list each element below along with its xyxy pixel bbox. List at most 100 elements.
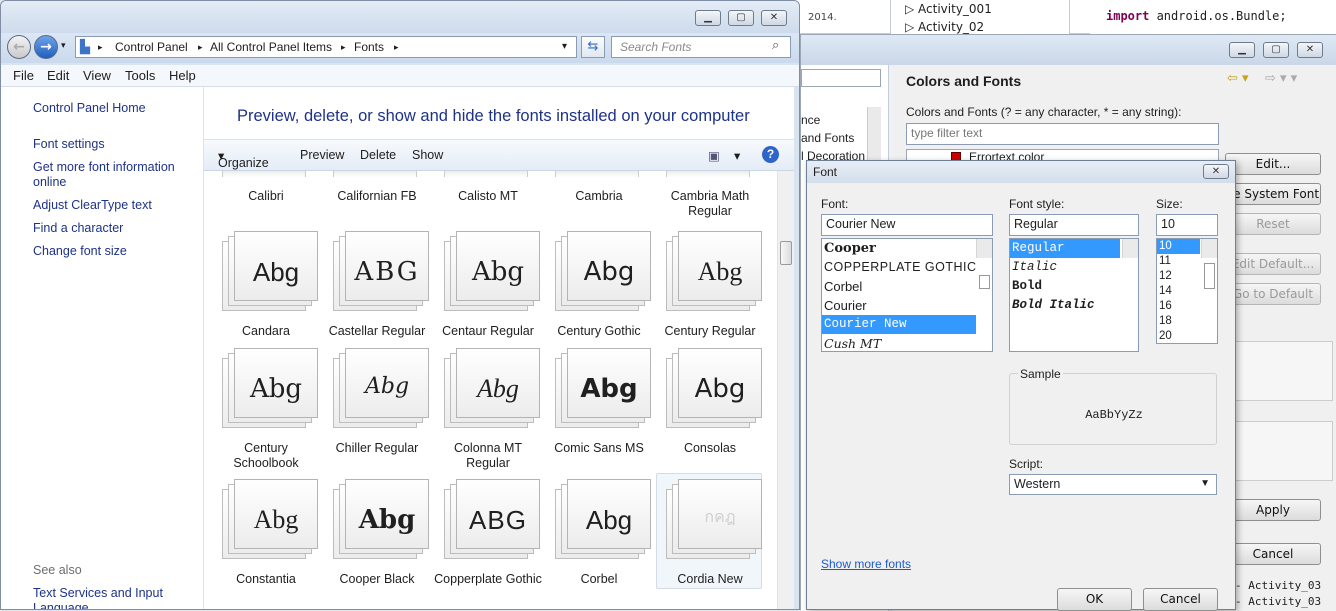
- apply-button[interactable]: Apply: [1225, 499, 1321, 521]
- font-style-list[interactable]: Regular Italic Bold Bold Italic: [1009, 238, 1139, 352]
- font-tile[interactable]: Abg: [222, 231, 318, 311]
- font-tile[interactable]: [666, 171, 750, 177]
- filter-input[interactable]: type filter text: [906, 123, 1219, 145]
- show-button[interactable]: Show: [412, 148, 443, 162]
- minimize-button[interactable]: ▁: [1229, 42, 1255, 58]
- search-icon[interactable]: ⌕: [772, 38, 779, 53]
- close-button[interactable]: ✕: [1203, 164, 1229, 179]
- go-to-default-button[interactable]: Go to Default: [1225, 283, 1321, 305]
- search-input[interactable]: Search Fonts ⌕: [611, 36, 791, 58]
- ok-button[interactable]: OK: [1057, 588, 1132, 611]
- style-option[interactable]: Italic: [1010, 258, 1138, 277]
- size-option[interactable]: 20: [1157, 329, 1217, 343]
- style-option[interactable]: Bold Italic: [1010, 296, 1138, 315]
- font-tile[interactable]: ABG: [333, 231, 429, 311]
- text-services-link[interactable]: Text Services and Input Language: [33, 586, 183, 609]
- scrollbar-thumb[interactable]: [780, 241, 792, 265]
- control-panel-home-link[interactable]: Control Panel Home: [33, 101, 146, 115]
- style-option[interactable]: Bold: [1010, 277, 1138, 296]
- font-option-selected[interactable]: Courier New: [822, 315, 976, 334]
- reset-button[interactable]: Reset: [1225, 213, 1321, 235]
- font-tile[interactable]: [555, 171, 639, 177]
- help-icon[interactable]: ?: [762, 146, 779, 163]
- font-tile[interactable]: Abg: [555, 231, 651, 311]
- size-option[interactable]: 16: [1157, 299, 1217, 314]
- close-button[interactable]: ✕: [1297, 42, 1323, 58]
- font-tile[interactable]: ABG: [444, 479, 540, 559]
- font-tile[interactable]: Abg: [555, 479, 651, 559]
- font-tile[interactable]: [333, 171, 417, 177]
- close-button[interactable]: ✕: [761, 10, 787, 26]
- change-font-size-link[interactable]: Change font size: [33, 244, 127, 258]
- font-tile[interactable]: Abg: [666, 348, 762, 428]
- font-tile[interactable]: กคฎ: [666, 479, 762, 559]
- size-list[interactable]: 10 11 12 14 16 18 20: [1156, 238, 1218, 344]
- edit-default-button[interactable]: Edit Default...: [1225, 253, 1321, 275]
- size-input[interactable]: 10: [1156, 214, 1218, 236]
- font-tile[interactable]: Abg: [333, 348, 429, 428]
- style-option-selected[interactable]: Regular: [1010, 239, 1120, 258]
- font-tile[interactable]: [222, 171, 306, 177]
- view-dropdown-icon[interactable]: ▾: [734, 148, 740, 163]
- font-tile[interactable]: Abg: [222, 348, 318, 428]
- font-list-scrollbar[interactable]: [976, 239, 992, 289]
- forward-button[interactable]: →: [34, 35, 58, 59]
- use-system-font-button[interactable]: se System Font: [1225, 183, 1321, 205]
- refresh-icon[interactable]: ⇆: [581, 36, 605, 58]
- more-font-info-link[interactable]: Get more font information online: [33, 160, 183, 190]
- minimize-button[interactable]: ▁: [695, 10, 721, 26]
- maximize-button[interactable]: ▢: [1263, 42, 1289, 58]
- tree-item[interactable]: and Fonts: [801, 131, 854, 145]
- preview-button[interactable]: Preview: [300, 148, 344, 162]
- font-option[interactable]: Cooper: [822, 239, 992, 258]
- cleartype-link[interactable]: Adjust ClearType text: [33, 198, 152, 212]
- show-more-fonts-link[interactable]: Show more fonts: [821, 557, 911, 571]
- font-option[interactable]: Corbel: [822, 277, 992, 296]
- address-bar[interactable]: ▙ ▸ Control Panel ▸ All Control Panel It…: [75, 36, 577, 58]
- edit-button[interactable]: Edit...: [1225, 153, 1321, 175]
- font-tile[interactable]: Abg: [444, 348, 540, 428]
- font-tile[interactable]: [444, 171, 528, 177]
- view-options-icon[interactable]: ▣: [708, 148, 720, 163]
- font-list[interactable]: Cooper COPPERPLATE GOTHIC Corbel Courier…: [821, 238, 993, 352]
- menu-view[interactable]: View: [83, 68, 111, 83]
- back-arrow-icon[interactable]: ⇦ ▾: [1227, 71, 1249, 86]
- breadcrumb-item[interactable]: All Control Panel Items: [210, 40, 332, 54]
- font-settings-link[interactable]: Font settings: [33, 137, 105, 151]
- breadcrumb-item[interactable]: Control Panel: [115, 40, 188, 54]
- cancel-button[interactable]: Cancel: [1143, 588, 1218, 611]
- address-dropdown-icon[interactable]: ▾: [562, 41, 567, 52]
- style-list-scrollbar[interactable]: [1122, 239, 1138, 258]
- breadcrumb-item[interactable]: Fonts: [354, 40, 384, 54]
- menu-edit[interactable]: Edit: [47, 68, 69, 83]
- back-button[interactable]: ←: [7, 35, 31, 59]
- script-select[interactable]: Western ▼: [1009, 474, 1217, 495]
- recent-pages-dropdown-icon[interactable]: ▾: [61, 41, 66, 51]
- font-tile[interactable]: Abg: [222, 479, 318, 559]
- size-option-selected[interactable]: 10: [1157, 239, 1200, 254]
- font-tile[interactable]: Abg: [444, 231, 540, 311]
- vertical-scrollbar[interactable]: [777, 171, 794, 609]
- menu-file[interactable]: File: [13, 68, 34, 83]
- font-option[interactable]: COPPERPLATE GOTHIC: [822, 258, 992, 277]
- menu-tools[interactable]: Tools: [125, 68, 155, 83]
- font-name-input[interactable]: Courier New: [821, 214, 993, 236]
- organize-menu[interactable]: Organize ▾: [218, 148, 269, 170]
- find-character-link[interactable]: Find a character: [33, 221, 123, 235]
- forward-arrow-icon[interactable]: ⇨ ▾ ▾: [1265, 71, 1297, 86]
- menu-help[interactable]: Help: [169, 68, 196, 83]
- font-style-input[interactable]: Regular: [1009, 214, 1139, 236]
- font-option[interactable]: Courier: [822, 296, 992, 315]
- cancel-button[interactable]: Cancel: [1225, 543, 1321, 565]
- size-list-scrollbar[interactable]: [1201, 239, 1217, 289]
- tree-item[interactable]: ▷ Activity_02: [905, 20, 984, 34]
- maximize-button[interactable]: ▢: [728, 10, 754, 26]
- tree-filter-input[interactable]: [801, 69, 881, 87]
- delete-button[interactable]: Delete: [360, 148, 396, 162]
- font-tile[interactable]: Abg: [555, 348, 651, 428]
- font-tile[interactable]: Abg: [333, 479, 429, 559]
- font-option[interactable]: Cush MT: [822, 334, 992, 351]
- tree-item[interactable]: ▷ Activity_001: [905, 2, 992, 16]
- size-option[interactable]: 18: [1157, 314, 1217, 329]
- font-tile[interactable]: Abg: [666, 231, 762, 311]
